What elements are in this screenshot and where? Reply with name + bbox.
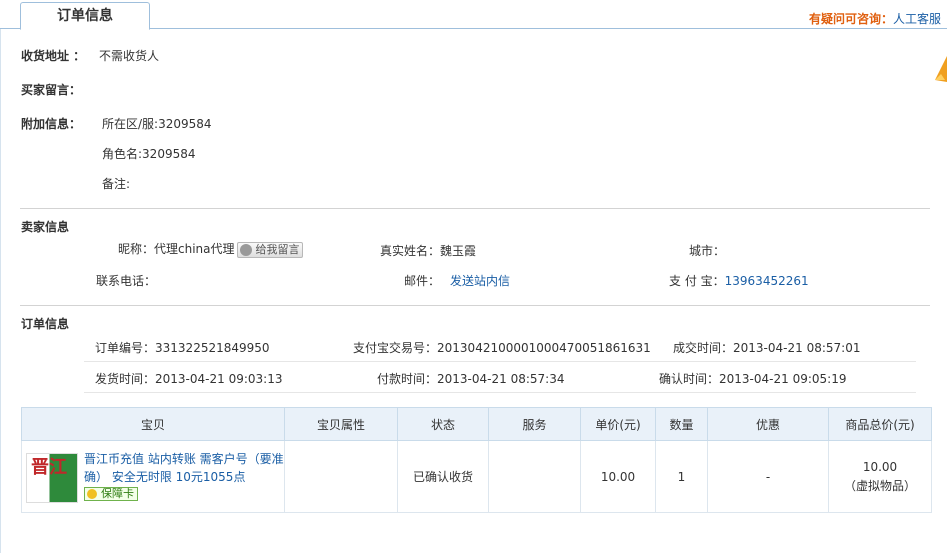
pay-time: 付款时间：2013-04-21 08:57:34 [377,370,564,387]
deal-time: 成交时间：2013-04-21 08:57:01 [673,339,860,356]
leave-message-button[interactable]: 给我留言 [236,241,303,258]
order-section-title: 订单信息 [21,317,70,331]
tab-order-info[interactable]: 订单信息 [20,2,150,30]
nickname-value: 代理china代理 [154,242,235,256]
order-number: 订单编号：331322521849950 [95,339,270,356]
column-header-status: 状态 [397,407,489,441]
column-header-total: 商品总价(元) [828,407,932,441]
status-cell: 已确认收货 [397,440,489,513]
realname-value: 魏玉霞 [440,244,477,258]
total-value: 10.00 [862,459,898,474]
divider [20,305,930,306]
address-row: 收货地址 ： 不需收货人 [21,47,159,64]
trade-number-value: 2013042100001000470051861631 [437,341,651,355]
guarantee-label: 保障卡 [101,487,134,500]
extra-info-label: 附加信息： [21,117,82,131]
nickname-label: 昵称： [118,242,155,256]
send-message-link[interactable]: 发送站内信 [450,274,510,288]
buyer-message-label: 买家留言： [21,83,82,97]
seller-realname: 真实姓名：魏玉霞 [380,242,476,259]
confirm-time: 确认时间：2013-04-21 09:05:19 [659,370,846,387]
service-cell [488,440,581,513]
order-number-value: 331322521849950 [155,341,270,355]
buyer-message-row: 买家留言： [21,81,81,98]
order-items-table: 宝贝 宝贝属性 状态 服务 单价(元) 数量 优惠 商品总价(元) 晋江 晋江币… [21,407,932,513]
ship-time: 发货时间：2013-04-21 09:03:13 [95,370,282,387]
mail-label: 邮件： [404,274,441,288]
order-number-label: 订单编号： [95,341,156,355]
message-icon [239,243,252,256]
seller-city: 城市： [689,242,725,259]
ship-time-label: 发货时间： [95,372,156,386]
extra-line-role: 角色名:3209584 [102,147,196,161]
seller-nickname: 昵称：代理china代理 给我留言 [118,240,303,258]
extra-line-note: 备注: [102,177,131,191]
extra-info-row: 附加信息： [21,115,81,132]
tab-bar: 订单信息 有疑问可咨询：人工客服 [0,0,947,30]
alipay-label: 支 付 宝： [669,274,725,288]
column-header-service: 服务 [488,407,581,441]
column-header-item: 宝贝 [21,407,285,441]
item-cell: 晋江 晋江币充值 站内转账 需客户号（要准确） 安全无时限 10元1055点 保… [21,440,285,513]
guarantee-icon [87,489,97,499]
city-label: 城市： [689,244,726,258]
attr-cell [284,440,398,513]
customer-service-link[interactable]: 人工客服 [893,12,941,26]
ship-time-value: 2013-04-21 09:03:13 [155,372,283,386]
total-cell: 10.00 （虚拟物品） [828,440,932,513]
seller-section-title: 卖家信息 [21,220,70,234]
phone-label: 联系电话： [96,274,157,288]
thumbnail-text: 晋江 [31,457,67,478]
seller-mail: 邮件： 发送站内信 [404,272,510,289]
table-header-row: 宝贝 宝贝属性 状态 服务 单价(元) 数量 优惠 商品总价(元) [21,407,932,441]
column-header-attr: 宝贝属性 [284,407,398,441]
product-title-link[interactable]: 晋江币充值 站内转账 需客户号（要准确） 安全无时限 10元1055点 [84,450,284,486]
column-header-discount: 优惠 [707,407,829,441]
deal-time-label: 成交时间： [673,341,734,355]
trade-number-label: 支付宝交易号： [353,341,438,355]
confirm-time-label: 确认时间： [659,372,720,386]
discount-cell: - [707,440,829,513]
seller-phone: 联系电话： [96,272,156,289]
column-header-qty: 数量 [655,407,708,441]
product-thumbnail[interactable]: 晋江 [26,453,78,503]
trade-number: 支付宝交易号：2013042100001000470051861631 [353,339,651,356]
realname-label: 真实姓名： [380,244,441,258]
total-note: （虚拟物品） [843,478,916,493]
leave-message-label: 给我留言 [255,242,300,256]
divider [84,392,916,393]
pay-time-value: 2013-04-21 08:57:34 [437,372,565,386]
address-value: 不需收货人 [99,49,160,63]
qty-cell: 1 [655,440,708,513]
column-header-price: 单价(元) [580,407,656,441]
extra-line-server: 所在区/服:3209584 [102,117,212,131]
pay-time-label: 付款时间： [377,372,438,386]
alipay-value[interactable]: 13963452261 [725,274,809,288]
address-label: 收货地址 ： [21,49,86,63]
price-cell: 10.00 [580,440,656,513]
help-label: 有疑问可咨询： [808,12,893,26]
help-contact: 有疑问可咨询：人工客服 [809,10,941,27]
seller-alipay: 支 付 宝：13963452261 [669,272,809,289]
guarantee-badge[interactable]: 保障卡 [84,487,138,501]
confirm-time-value: 2013-04-21 09:05:19 [719,372,847,386]
divider [84,361,916,362]
table-row: 晋江 晋江币充值 站内转账 需客户号（要准确） 安全无时限 10元1055点 保… [21,440,932,513]
divider [20,208,930,209]
deal-time-value: 2013-04-21 08:57:01 [733,341,861,355]
